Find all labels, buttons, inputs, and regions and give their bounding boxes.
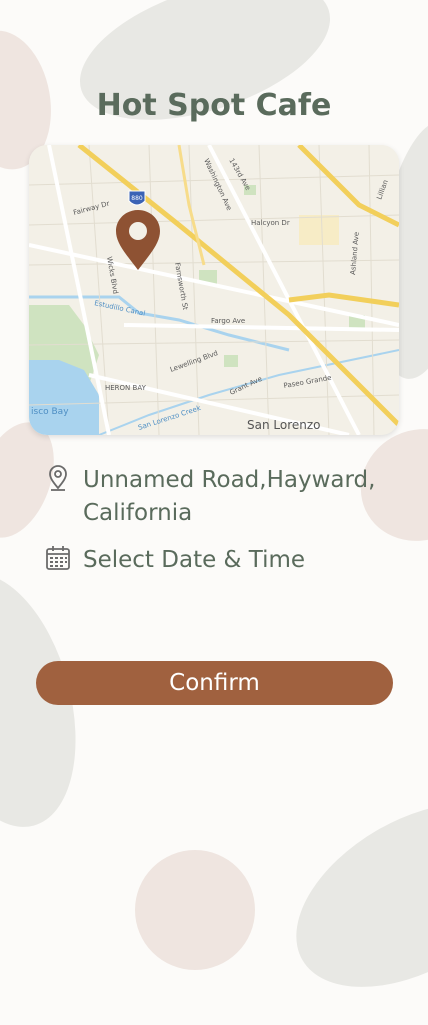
map-label: San Lorenzo: [247, 418, 321, 432]
map-label: Halcyon Dr: [251, 219, 290, 227]
select-datetime-label[interactable]: Select Date & Time: [83, 544, 305, 577]
address-row: Unnamed Road,Hayward, California: [45, 464, 395, 530]
calendar-icon: [46, 546, 70, 570]
map-label: isco Bay: [31, 407, 69, 417]
park-area: [224, 355, 238, 367]
interstate-shield-icon: 880: [128, 190, 146, 206]
address-text: Unnamed Road,Hayward, California: [83, 467, 376, 526]
map-image: 880 Fairway Dr Washington Ave 143rd Ave …: [29, 145, 399, 435]
map-label: HERON BAY: [105, 384, 147, 392]
svg-text:880: 880: [131, 195, 143, 202]
page-title: Hot Spot Cafe: [96, 88, 332, 123]
map-view[interactable]: 880 Fairway Dr Washington Ave 143rd Ave …: [29, 145, 399, 435]
confirm-button[interactable]: Confirm: [36, 661, 393, 705]
background-blob: [62, 0, 348, 148]
background-blob: [135, 850, 255, 970]
map-pin-icon: [49, 465, 67, 491]
background-blob: [264, 765, 428, 1025]
map-label: Fargo Ave: [211, 317, 245, 325]
datetime-row[interactable]: Select Date & Time: [45, 544, 305, 577]
park-area: [299, 215, 339, 245]
